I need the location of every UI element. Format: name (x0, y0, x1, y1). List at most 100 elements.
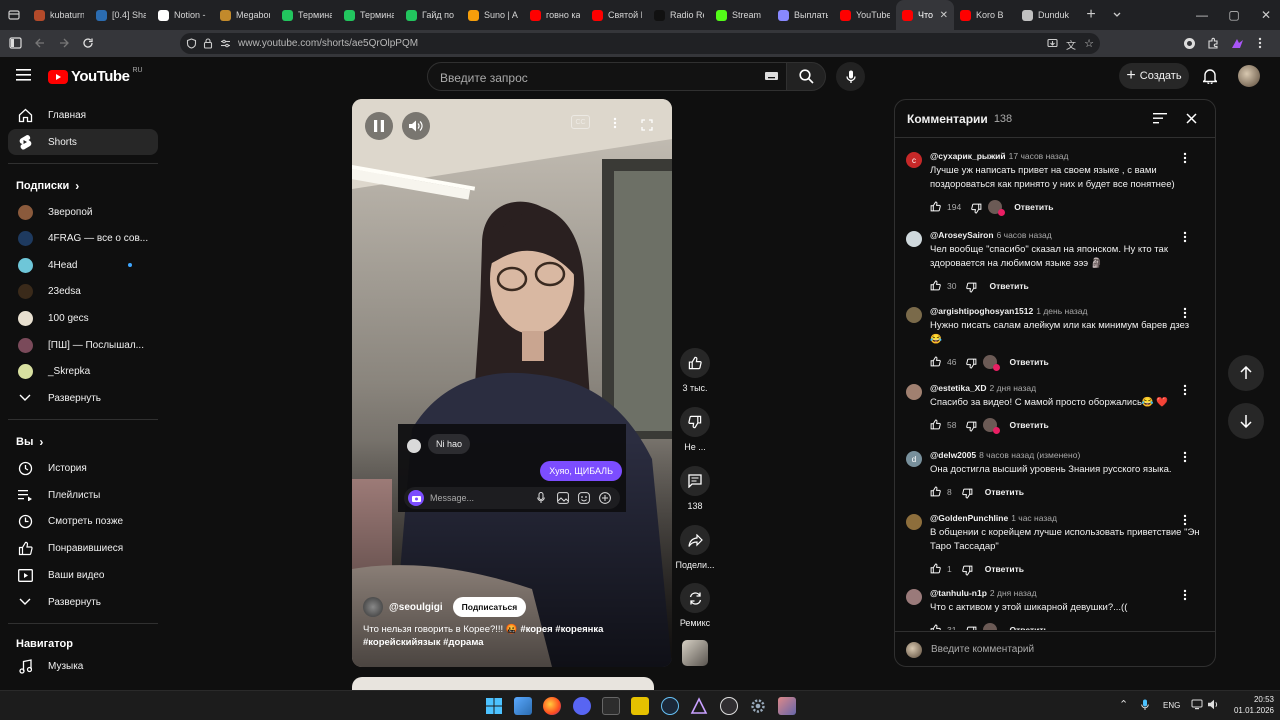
site-settings-icon[interactable] (220, 38, 231, 49)
like-action[interactable]: 3 тыс. (672, 348, 718, 393)
comment-avatar[interactable] (906, 307, 922, 323)
comment-avatar[interactable] (906, 589, 922, 605)
comment-avatar[interactable] (906, 514, 922, 530)
taskbar-app-triangle-icon[interactable] (690, 697, 708, 715)
camera-icon[interactable] (408, 490, 424, 506)
comment-reply-button[interactable]: Ответить (985, 487, 1024, 497)
browser-tab[interactable]: kubaturni (28, 0, 90, 30)
comment-like-icon[interactable] (930, 624, 941, 630)
subscriptions-heading[interactable]: Подписки › (16, 179, 79, 193)
create-button[interactable]: + Создать (1119, 63, 1189, 89)
chat-message-input[interactable]: Message... (404, 487, 620, 509)
share-action[interactable]: Подели... (672, 525, 718, 570)
terminal-icon[interactable] (602, 697, 620, 715)
more-options-icon[interactable] (613, 117, 617, 129)
start-menu-icon[interactable] (485, 697, 503, 715)
comments-action[interactable]: 138 (672, 466, 718, 511)
comment-reply-button[interactable]: Ответить (1009, 625, 1048, 630)
next-short-preview[interactable] (352, 677, 654, 690)
install-app-icon[interactable] (1047, 38, 1058, 49)
comment-author[interactable]: @tanhulu-n1p 2 дня назад (930, 588, 1037, 598)
comment-like-icon[interactable] (930, 280, 941, 293)
dislike-button[interactable] (680, 407, 710, 437)
volume-tray-icon[interactable] (1208, 699, 1220, 710)
subscriptions-expand[interactable]: Развернуть (8, 385, 158, 411)
comment-author[interactable]: @AroseySairon 6 часов назад (930, 230, 1052, 240)
comment-like-icon[interactable] (930, 356, 941, 369)
comment-like-icon[interactable] (930, 486, 941, 499)
lock-icon[interactable] (203, 38, 213, 49)
close-window-icon[interactable]: ✕ (1250, 0, 1280, 30)
network-icon[interactable] (1191, 699, 1203, 710)
comment-dislike-icon[interactable] (966, 419, 977, 432)
comment-dislike-icon[interactable] (961, 486, 973, 499)
share-button[interactable] (680, 525, 710, 555)
guide-menu-icon[interactable] (16, 69, 31, 81)
keyboard-language[interactable]: ENG (1163, 701, 1180, 710)
volume-button[interactable] (402, 112, 430, 140)
sidebar-subscription-item[interactable]: _Skrepka (8, 359, 158, 385)
previous-short-button[interactable] (1228, 355, 1264, 391)
browser-tab[interactable]: Stream (710, 0, 772, 30)
captions-button[interactable]: CC (571, 115, 590, 129)
channel-avatar[interactable] (363, 597, 383, 617)
firefox-icon[interactable] (543, 697, 561, 715)
comment-dislike-icon[interactable] (971, 201, 982, 214)
forward-icon[interactable] (58, 37, 70, 49)
comment-author[interactable]: @GoldenPunchline 1 час назад (930, 513, 1057, 523)
comment-like-icon[interactable] (930, 419, 941, 432)
browser-tab[interactable]: Dunduk (1016, 0, 1078, 30)
comment-reply-button[interactable]: Ответить (989, 281, 1028, 291)
tab-actions-icon[interactable] (0, 0, 28, 30)
tray-mic-icon[interactable] (1141, 699, 1149, 711)
translate-icon[interactable]: 文 (1066, 37, 1076, 52)
sidebar-subscription-item[interactable]: 23edsa (8, 279, 158, 305)
comment-reply-button[interactable]: Ответить (985, 564, 1024, 574)
comment-author[interactable]: @estetika_XD 2 дня назад (930, 383, 1036, 393)
browser-tab[interactable]: Выплаты (772, 0, 834, 30)
comment-dislike-icon[interactable] (966, 624, 977, 630)
voice-search-button[interactable] (836, 62, 865, 91)
close-icon[interactable] (1186, 113, 1197, 124)
channel-name[interactable]: @seoulgigi (389, 602, 443, 613)
shield-icon[interactable] (186, 38, 197, 49)
comment-like-icon[interactable] (930, 201, 941, 214)
tray-clock[interactable]: 20:53 01.01.2026 (1226, 694, 1274, 716)
sidebar-item-home[interactable]: Главная (8, 102, 158, 128)
sidebar-item-playlists[interactable]: Плейлисты (8, 482, 158, 508)
comment-dislike-icon[interactable] (966, 280, 977, 293)
browser-tab[interactable]: говно ка (524, 0, 586, 30)
short-video-player[interactable]: CC (352, 99, 672, 667)
steam-icon[interactable] (661, 697, 679, 715)
you-expand[interactable]: Развернуть (8, 589, 158, 615)
sidebar-item-history[interactable]: История (8, 455, 158, 481)
new-tab-button[interactable]: + (1078, 6, 1104, 24)
subscribe-button[interactable]: Подписаться (452, 597, 527, 617)
search-button[interactable] (786, 62, 826, 91)
tab-search-icon[interactable] (1104, 0, 1130, 30)
you-heading[interactable]: Вы › (16, 435, 43, 449)
comment-avatar[interactable]: с (906, 152, 922, 168)
sidebar-toggle-icon[interactable] (9, 37, 22, 49)
comment-like-icon[interactable] (930, 563, 941, 576)
browser-tab[interactable]: Святой В (586, 0, 648, 30)
browser-tab[interactable]: Koro B (954, 0, 1016, 30)
notifications-bell-icon[interactable] (1203, 68, 1217, 84)
comment-input[interactable]: Введите комментарий (931, 644, 1034, 655)
file-explorer-icon[interactable] (514, 697, 532, 715)
sidebar-subscription-item[interactable]: 4FRAG — все о сов... (8, 226, 158, 252)
comment-dislike-icon[interactable] (961, 563, 973, 576)
vpn-icon[interactable] (1183, 37, 1196, 50)
browser-tab[interactable]: Radio Rec (648, 0, 710, 30)
browser-tab[interactable]: Notion - (152, 0, 214, 30)
taskbar-app-people-icon[interactable] (778, 697, 796, 715)
comment-reply-button[interactable]: Ответить (1009, 357, 1048, 367)
browser-tab[interactable]: Что ✕ (896, 0, 954, 30)
sort-icon[interactable] (1153, 113, 1167, 124)
sidebar-item-music[interactable]: Музыка (8, 653, 158, 679)
keyboard-icon[interactable] (765, 72, 778, 80)
back-icon[interactable] (34, 37, 46, 49)
sidebar-subscription-item[interactable]: [ПШ] — Послышал... (8, 332, 158, 358)
pause-button[interactable] (365, 112, 393, 140)
sidebar-item-watch-later[interactable]: Смотреть позже (8, 508, 158, 534)
